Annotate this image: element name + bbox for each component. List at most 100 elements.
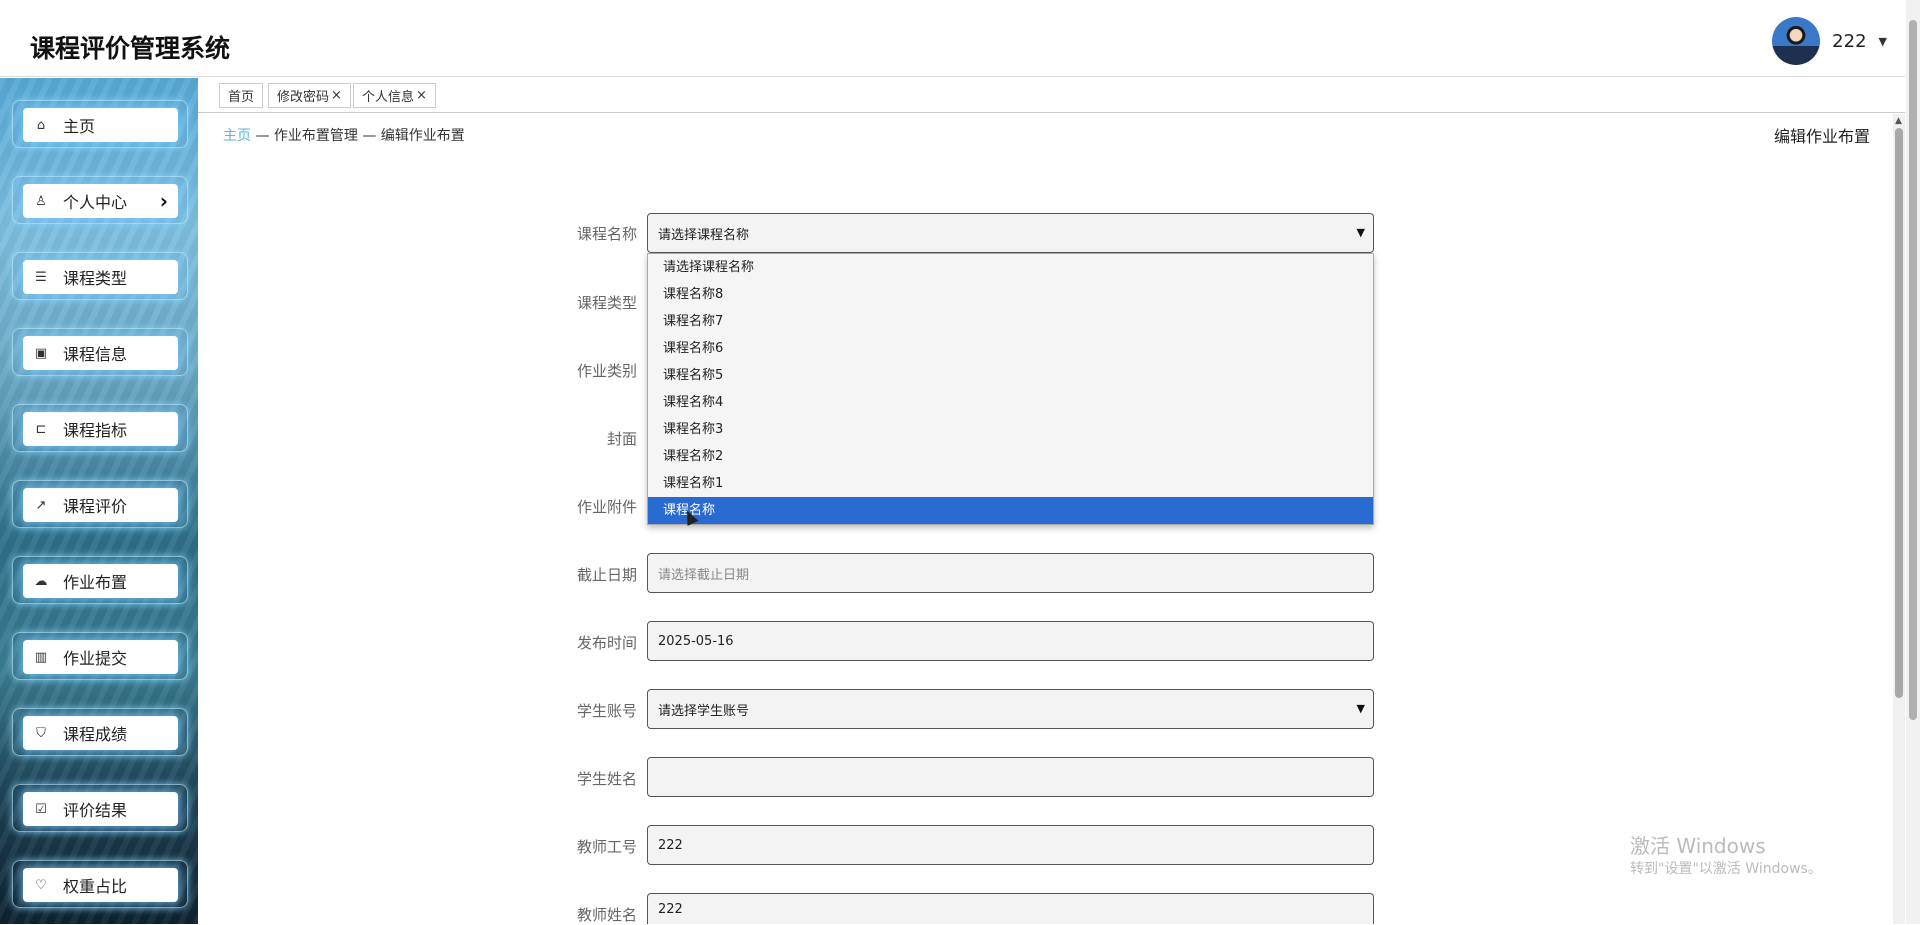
windows-activation-watermark: 激活 Windows bbox=[1630, 834, 1766, 858]
chevron-right-icon: › bbox=[159, 189, 168, 213]
login-icon: ⊏ bbox=[35, 421, 47, 437]
username[interactable]: 222 bbox=[1832, 31, 1866, 52]
sidebar: ⌂ 主页 ♙ 个人中心 › ☰ 课程类型 ▣ 课程信息 ⊏ 课程指标 ↗ 课程评价 ☁ 作业布置 ▥ 作业提交 ⛉… bbox=[0, 78, 198, 924]
label-teacher-id: 教师工号 bbox=[576, 838, 637, 856]
dropdown-option[interactable]: 课程名称1 bbox=[648, 470, 1373, 497]
label-attachment: 作业附件 bbox=[576, 498, 637, 516]
list-icon: ☰ bbox=[35, 269, 47, 285]
sidebar-item-button[interactable]: ♡ 权重占比 bbox=[23, 868, 178, 902]
label-student-account: 学生账号 bbox=[576, 702, 637, 720]
bar-chart-icon: ▥ bbox=[34, 649, 48, 665]
breadcrumb-trail: — 作业布置管理 — 编辑作业布置 bbox=[251, 128, 465, 144]
content-scrollbar[interactable]: ▲ bbox=[1893, 114, 1905, 924]
close-icon[interactable]: × bbox=[416, 88, 427, 103]
label-teacher-name: 教师姓名 bbox=[576, 906, 637, 924]
sidebar-item-button[interactable]: ☰ 课程类型 bbox=[23, 260, 178, 294]
student-name-input[interactable] bbox=[647, 757, 1374, 797]
teacher-id-input[interactable]: 222 bbox=[647, 825, 1374, 865]
label-course-type: 课程类型 bbox=[576, 294, 637, 312]
breadcrumb-home-link[interactable]: 主页 bbox=[223, 128, 251, 144]
dropdown-option[interactable]: 课程名称5 bbox=[648, 362, 1373, 389]
sidebar-item-button[interactable]: ⌂ 主页 bbox=[23, 108, 178, 142]
student-account-select-value: 请选择学生账号 bbox=[658, 703, 750, 719]
dropdown-option[interactable]: 课程名称6 bbox=[648, 335, 1373, 362]
sidebar-item-7[interactable]: ▥ 作业提交 bbox=[12, 632, 188, 680]
cloud-icon: ☁ bbox=[34, 573, 48, 589]
sidebar-item-label: 个人中心 bbox=[63, 193, 128, 212]
close-icon[interactable]: × bbox=[331, 88, 342, 103]
user-menu[interactable]: 222 ▼ bbox=[1772, 17, 1887, 65]
sidebar-item-label: 评价结果 bbox=[63, 801, 128, 820]
sidebar-item-4[interactable]: ⊏ 课程指标 bbox=[12, 404, 188, 452]
sidebar-item-label: 作业布置 bbox=[63, 573, 128, 592]
tab-bar: 首页 修改密码 × 个人信息 × bbox=[198, 78, 1905, 113]
dropdown-option[interactable]: 课程名称3 bbox=[648, 416, 1373, 443]
teacher-id-value: 222 bbox=[658, 837, 683, 853]
user-icon: ♙ bbox=[35, 193, 47, 209]
document-icon: ▣ bbox=[34, 345, 48, 361]
windows-activation-hint: 转到"设置"以激活 Windows。 bbox=[1630, 861, 1822, 877]
sidebar-item-0[interactable]: ⌂ 主页 bbox=[12, 100, 188, 148]
sidebar-item-button[interactable]: ♙ 个人中心 › bbox=[23, 184, 178, 218]
caret-down-icon[interactable]: ▼ bbox=[1879, 35, 1887, 48]
sidebar-item-label: 课程指标 bbox=[63, 421, 128, 440]
sidebar-item-button[interactable]: ⊏ 课程指标 bbox=[23, 412, 178, 446]
chevron-down-icon: ▼ bbox=[1356, 226, 1365, 239]
sidebar-item-button[interactable]: ↗ 课程评价 bbox=[23, 488, 178, 522]
sidebar-item-5[interactable]: ↗ 课程评价 bbox=[12, 480, 188, 528]
home-icon: ⌂ bbox=[36, 117, 46, 133]
tab-label: 首页 bbox=[228, 90, 255, 105]
sidebar-item-button[interactable]: ▥ 作业提交 bbox=[23, 640, 178, 674]
label-deadline: 截止日期 bbox=[576, 566, 637, 584]
tab-1[interactable]: 修改密码 × bbox=[268, 83, 351, 108]
sidebar-item-2[interactable]: ☰ 课程类型 bbox=[12, 252, 188, 300]
publish-time-input[interactable]: 2025-05-16 bbox=[647, 621, 1374, 661]
sidebar-item-9[interactable]: ☑ 评价结果 bbox=[12, 784, 188, 832]
sidebar-item-label: 课程评价 bbox=[63, 497, 128, 516]
publish-time-value: 2025-05-16 bbox=[658, 633, 734, 649]
sidebar-item-10[interactable]: ♡ 权重占比 bbox=[12, 860, 188, 908]
label-cover: 封面 bbox=[606, 430, 637, 448]
top-header: 课程评价管理系统 222 ▼ bbox=[0, 7, 1905, 77]
deadline-input[interactable]: 请选择截止日期 bbox=[647, 553, 1374, 593]
sidebar-item-1[interactable]: ♙ 个人中心 › bbox=[12, 176, 188, 224]
tab-2[interactable]: 个人信息 × bbox=[353, 83, 436, 108]
dropdown-option[interactable]: 课程名称4 bbox=[648, 389, 1373, 416]
dropdown-option[interactable]: 课程名称8 bbox=[648, 281, 1373, 308]
sidebar-item-label: 课程信息 bbox=[63, 345, 128, 364]
student-account-select[interactable]: 请选择学生账号 ▼ bbox=[647, 689, 1374, 729]
label-assignment-category: 作业类别 bbox=[576, 362, 637, 380]
course-name-select[interactable]: 请选择课程名称 ▼ bbox=[647, 213, 1374, 253]
sidebar-item-button[interactable]: ☑ 评价结果 bbox=[23, 792, 178, 826]
checklist-icon: ☑ bbox=[35, 801, 47, 817]
heart-icon: ♡ bbox=[35, 877, 47, 893]
sidebar-item-3[interactable]: ▣ 课程信息 bbox=[12, 328, 188, 376]
app-title: 课程评价管理系统 bbox=[30, 34, 231, 63]
dropdown-option[interactable]: 课程名称7 bbox=[648, 308, 1373, 335]
sidebar-item-6[interactable]: ☁ 作业布置 bbox=[12, 556, 188, 604]
sidebar-item-label: 主页 bbox=[63, 117, 96, 136]
page-scroll-thumb[interactable] bbox=[1909, 20, 1917, 720]
sidebar-item-8[interactable]: ⛉ 课程成绩 bbox=[12, 708, 188, 756]
sidebar-item-button[interactable]: ☁ 作业布置 bbox=[23, 564, 178, 598]
dropdown-option[interactable]: 课程名称2 bbox=[648, 443, 1373, 470]
sidebar-item-label: 权重占比 bbox=[63, 877, 128, 896]
chevron-down-icon: ▼ bbox=[1356, 702, 1365, 715]
sidebar-item-label: 课程成绩 bbox=[63, 725, 128, 744]
share-icon: ↗ bbox=[35, 497, 47, 513]
label-course-name: 课程名称 bbox=[576, 225, 637, 243]
scroll-up-icon[interactable]: ▲ bbox=[1895, 116, 1902, 126]
page-scrollbar[interactable] bbox=[1906, 0, 1920, 924]
label-publish-time: 发布时间 bbox=[576, 634, 637, 652]
teacher-name-value: 222 bbox=[658, 901, 683, 917]
sidebar-item-button[interactable]: ⛉ 课程成绩 bbox=[23, 716, 178, 750]
shield-icon: ⛉ bbox=[36, 725, 46, 741]
dropdown-option[interactable]: 请选择课程名称 bbox=[648, 254, 1373, 281]
dropdown-option[interactable]: 课程名称 bbox=[648, 497, 1373, 524]
avatar[interactable] bbox=[1772, 17, 1821, 65]
tab-0[interactable]: 首页 bbox=[219, 83, 264, 108]
sidebar-item-button[interactable]: ▣ 课程信息 bbox=[23, 336, 178, 370]
content-scroll-thumb[interactable] bbox=[1895, 128, 1903, 698]
sidebar-item-label: 课程类型 bbox=[63, 269, 128, 288]
teacher-name-input[interactable]: 222 bbox=[647, 893, 1374, 924]
